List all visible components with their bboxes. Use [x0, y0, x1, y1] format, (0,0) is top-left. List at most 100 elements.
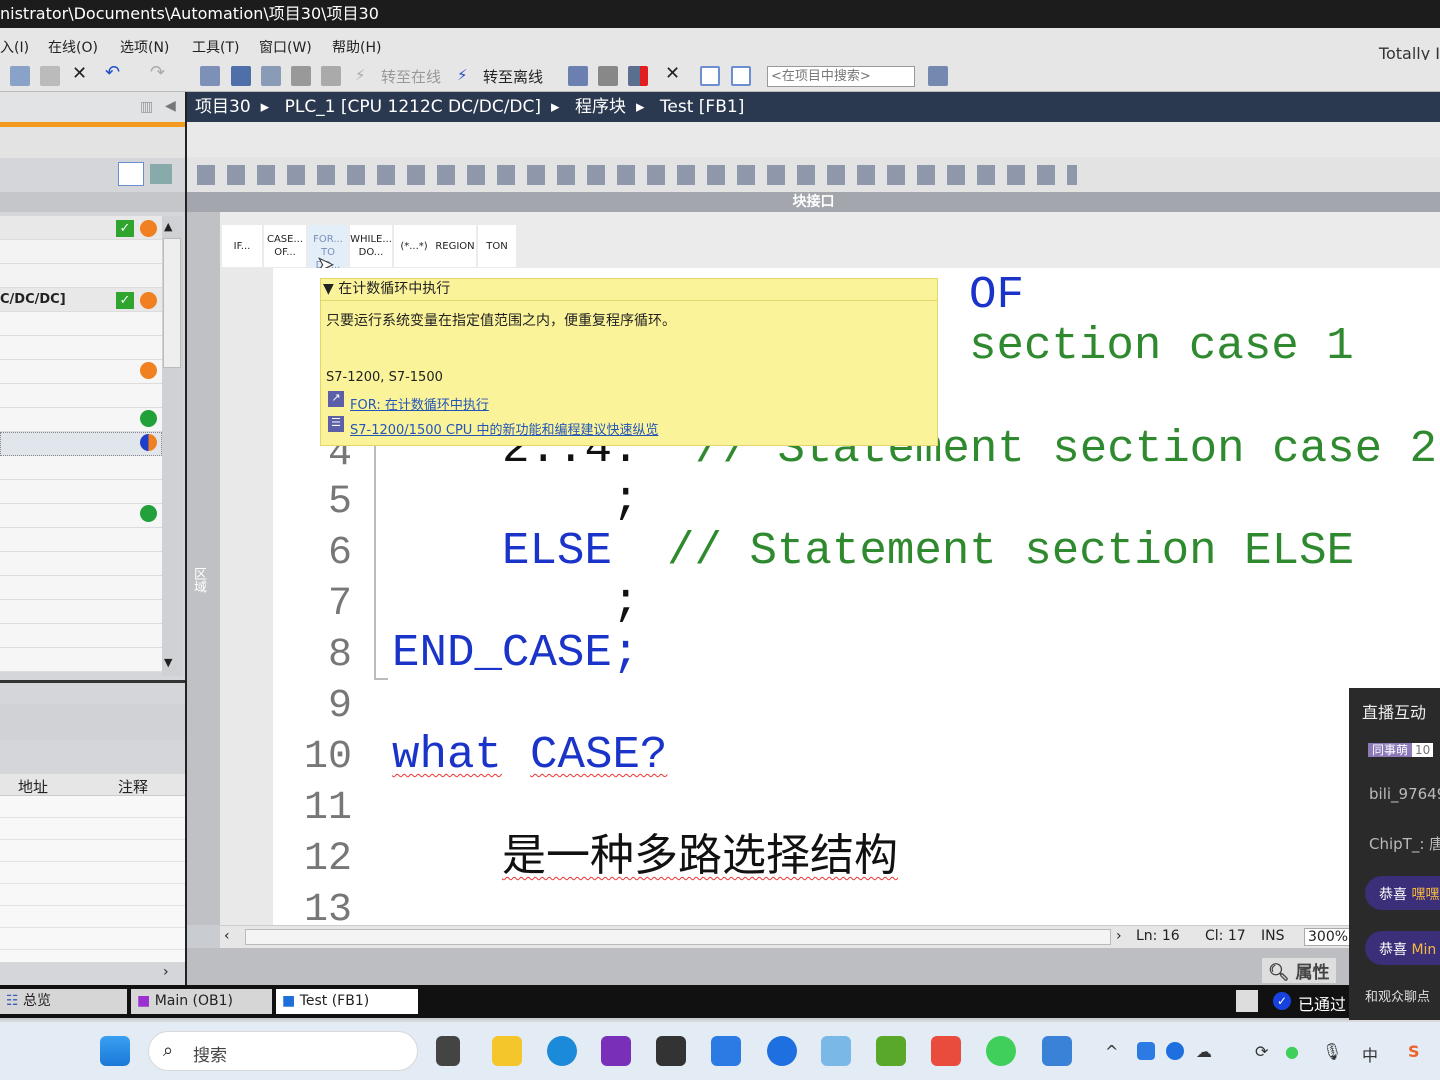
code-line-1: OF [969, 269, 1024, 321]
table-export-icon[interactable] [150, 164, 172, 184]
breadcrumb-block[interactable]: Test [FB1] [660, 97, 744, 117]
menu-window[interactable]: 窗口(W) [259, 37, 312, 57]
region-side-tab[interactable]: 区域 [189, 567, 208, 593]
breadcrumb-plc[interactable]: PLC_1 [CPU 1212C DC/DC/DC] [285, 97, 541, 117]
tray-wechat-icon[interactable]: ● [1285, 1042, 1299, 1061]
tree-row[interactable] [0, 240, 162, 264]
windows-start-icon[interactable] [100, 1036, 130, 1066]
column-indicator: Cl: 17 [1205, 928, 1246, 944]
document-icon: ☰ [328, 416, 344, 432]
tray-k-icon[interactable] [1166, 1042, 1184, 1060]
compile-icon[interactable] [200, 66, 220, 86]
view-icon[interactable] [118, 162, 144, 186]
tooltip-link-overview[interactable]: S7-1200/1500 CPU 中的新功能和编程建议快速纵览 [350, 419, 658, 438]
line-number: 10 [303, 735, 352, 780]
app-k-icon[interactable] [767, 1036, 797, 1066]
ime-indicator[interactable]: 中 [1362, 1042, 1378, 1066]
live-title: 直播互动 [1362, 703, 1427, 722]
tab-test-fb1[interactable]: ■ Test (FB1) [276, 989, 418, 1014]
simulation-icon[interactable] [291, 66, 311, 86]
microphone-icon[interactable]: 🎙︎ [1322, 1042, 1342, 1061]
tree-row[interactable] [0, 264, 162, 288]
close-icon[interactable]: ✕ [665, 63, 680, 84]
edge-icon[interactable] [547, 1036, 577, 1066]
horizontal-scrollbar[interactable] [245, 929, 1111, 945]
camtasia-green-icon[interactable] [876, 1036, 906, 1066]
tab-main-ob1[interactable]: ■ Main (OB1) [131, 989, 272, 1014]
paste-icon[interactable] [40, 66, 60, 86]
tree-row-selected[interactable] [0, 432, 162, 456]
chat-input-hint[interactable]: 和观众聊点 [1365, 986, 1430, 1005]
onenote-icon[interactable] [601, 1036, 631, 1066]
zoom-level[interactable]: 300% [1304, 928, 1353, 946]
palette-ton[interactable]: TON [478, 225, 516, 267]
sync-icon[interactable]: ⟳ [1255, 1042, 1268, 1061]
collapse-triangle-icon[interactable]: ▼ [323, 281, 334, 297]
upload-icon[interactable] [261, 66, 281, 86]
code-line-5: ; [612, 474, 640, 526]
scroll-thumb[interactable] [163, 238, 181, 368]
search-binoculars-icon[interactable] [928, 66, 948, 86]
sogou-icon[interactable]: S [1408, 1042, 1420, 1061]
split-horizontal-icon[interactable] [700, 66, 720, 86]
wechat-icon[interactable] [986, 1036, 1016, 1066]
palette-if[interactable]: IF... [222, 225, 262, 267]
undo-icon[interactable]: ↶ [105, 62, 120, 83]
warning-icon [140, 220, 157, 237]
file-explorer-icon[interactable] [492, 1036, 522, 1066]
start-cpu-icon[interactable] [598, 66, 618, 86]
tree-row-device[interactable]: C/DC/DC] [0, 288, 162, 312]
task-view-icon[interactable] [436, 1036, 460, 1066]
scroll-right-icon[interactable]: › [1116, 928, 1122, 944]
cloud-icon[interactable]: ☁ [1196, 1042, 1212, 1061]
scroll-right-icon[interactable]: › [163, 964, 169, 980]
tree-row[interactable] [0, 216, 162, 240]
title-bar: nistrator\Documents\Automation\项目30\项目30 [0, 0, 1440, 28]
breadcrumb-program-blocks[interactable]: 程序块 [575, 97, 626, 117]
redo-icon[interactable]: ↷ [150, 62, 165, 83]
breadcrumb-project[interactable]: 项目30 [195, 97, 251, 117]
editor-tab-bar: ☷ 总览 ■ Main (OB1) ■ Test (FB1) ✓ 已通过 [0, 985, 1440, 1018]
scroll-left-icon[interactable]: ‹ [224, 928, 230, 944]
collapse-icon[interactable]: ▥ [140, 99, 153, 115]
app-icon[interactable] [711, 1036, 741, 1066]
copy-icon[interactable] [10, 66, 30, 86]
tray-overflow-icon[interactable]: ^ [1105, 1042, 1118, 1061]
status-log-icon[interactable] [1236, 990, 1258, 1012]
go-offline-button[interactable]: 转至离线 [483, 66, 543, 87]
block-interface-bar[interactable]: 块接口 [187, 192, 1440, 212]
stop-cpu-icon[interactable] [628, 66, 648, 86]
properties-tab[interactable]: 🔍︎ 属性 [1262, 958, 1336, 983]
split-vertical-icon[interactable] [731, 66, 751, 86]
palette-region[interactable]: REGION [434, 225, 476, 267]
menu-options[interactable]: 选项(N) [120, 37, 169, 57]
go-online-button[interactable]: 转至在线 [381, 66, 441, 87]
tab-overview[interactable]: ☷ 总览 [0, 989, 127, 1014]
editor-toolbar-icons[interactable] [197, 165, 1077, 185]
tia-portal-icon[interactable] [656, 1036, 686, 1066]
camtasia-red-icon[interactable] [931, 1036, 961, 1066]
scroll-up-icon[interactable]: ▲ [164, 220, 172, 233]
live-app-icon[interactable] [821, 1036, 851, 1066]
runtime-icon[interactable] [321, 66, 341, 86]
menu-insert[interactable]: 入(I) [0, 37, 29, 57]
tray-app-icon[interactable] [1137, 1042, 1155, 1060]
tooltip-link-for[interactable]: FOR: 在计数循环中执行 [350, 394, 489, 413]
scroll-down-icon[interactable]: ▼ [164, 656, 172, 669]
tree-scrollbar[interactable]: ▲ ▼ [162, 216, 183, 676]
accessible-devices-icon[interactable] [568, 66, 588, 86]
photos-icon[interactable] [1042, 1036, 1072, 1066]
delete-icon[interactable]: ✕ [72, 63, 87, 84]
menu-online[interactable]: 在线(O) [48, 37, 98, 57]
palette-case[interactable]: CASE... OF... [264, 225, 306, 267]
project-search-input[interactable]: <在项目中搜索> [767, 66, 915, 87]
taskbar-search[interactable]: ⌕ 搜索 [148, 1031, 418, 1071]
chevron-left-icon[interactable]: ◀ [165, 98, 176, 114]
go-online-icon: ⚡ [355, 66, 366, 84]
palette-comment[interactable]: (*...*) [394, 225, 434, 267]
menu-help[interactable]: 帮助(H) [332, 37, 381, 57]
palette-while[interactable]: WHILE... DO... [350, 225, 392, 267]
inspector-tabs: 🔍︎ 属性 [187, 948, 1349, 985]
menu-tools[interactable]: 工具(T) [192, 37, 239, 57]
download-icon[interactable] [231, 66, 251, 86]
